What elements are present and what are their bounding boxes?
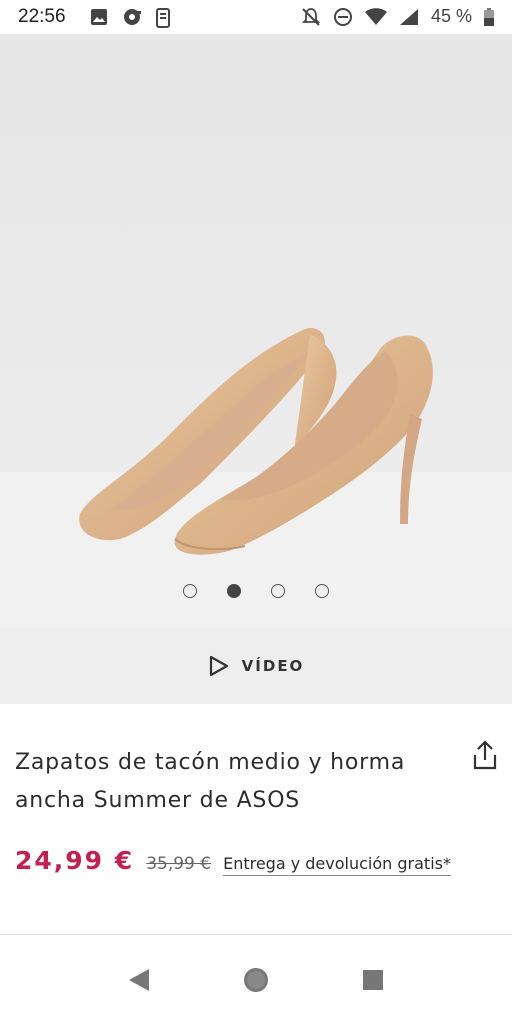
current-price: 24,99 € bbox=[15, 846, 135, 875]
carousel-dot[interactable] bbox=[183, 584, 197, 598]
product-image-carousel[interactable] bbox=[0, 34, 512, 628]
recents-button[interactable] bbox=[353, 960, 393, 1000]
recents-icon bbox=[363, 969, 384, 990]
status-notification-icons bbox=[90, 8, 170, 28]
share-icon[interactable] bbox=[472, 740, 498, 770]
cast-icon bbox=[124, 9, 141, 25]
back-button[interactable] bbox=[119, 960, 159, 1000]
original-price: 35,99 € bbox=[146, 854, 212, 874]
back-icon bbox=[128, 968, 149, 991]
status-time: 22:56 bbox=[18, 6, 66, 27]
video-button[interactable]: VÍDEO bbox=[0, 628, 512, 704]
phone-icon bbox=[156, 8, 170, 28]
home-button[interactable] bbox=[236, 960, 276, 1000]
play-icon bbox=[209, 655, 228, 677]
carousel-indicators bbox=[0, 584, 512, 598]
product-title: Zapatos de tacón medio y horma ancha Sum… bbox=[15, 750, 406, 813]
carousel-dot[interactable] bbox=[271, 584, 285, 598]
carousel-dot-active[interactable] bbox=[227, 584, 241, 598]
system-nav-bar bbox=[0, 934, 512, 1024]
status-system-icons: 45 % bbox=[301, 6, 494, 27]
dnd-icon bbox=[333, 7, 352, 26]
home-icon bbox=[243, 967, 268, 992]
image-icon bbox=[91, 9, 107, 25]
delivery-link[interactable]: Entrega y devolución gratis* bbox=[223, 854, 451, 876]
carousel-dot[interactable] bbox=[315, 584, 329, 598]
video-label: VÍDEO bbox=[241, 657, 305, 675]
battery-icon bbox=[484, 7, 494, 26]
price-row: 24,99 € 35,99 € Entrega y devolución gra… bbox=[15, 846, 451, 876]
product-photo-shoes bbox=[79, 328, 433, 555]
signal-icon bbox=[399, 8, 418, 25]
battery-percent: 45 % bbox=[430, 6, 472, 26]
mute-icon bbox=[301, 7, 321, 26]
status-bar: 22:56 45 % bbox=[0, 0, 512, 34]
wifi-icon bbox=[364, 7, 387, 25]
